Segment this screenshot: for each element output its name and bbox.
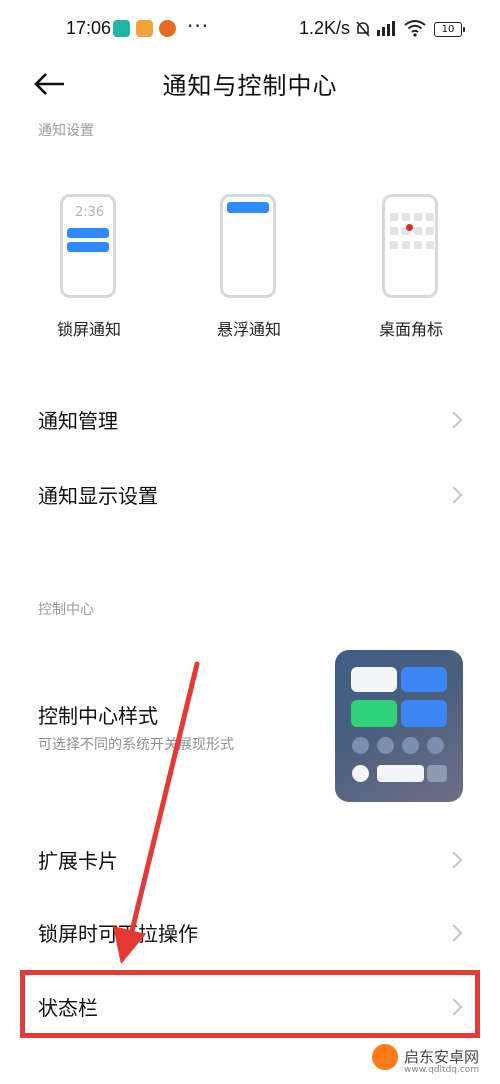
notification-bar: [67, 228, 109, 238]
floating-notification-label: 悬浮通知: [216, 320, 281, 339]
chevron-right-icon: [445, 411, 463, 429]
row-title: 锁屏时可下拉操作: [38, 922, 198, 946]
signal-icon: [377, 21, 395, 36]
chevron-right-icon: [445, 851, 463, 869]
status-bar: 17:06 ··· 1.2K/s 10: [0, 0, 500, 58]
expand-card-row[interactable]: 扩展卡片: [0, 835, 500, 885]
back-arrow-icon[interactable]: [30, 66, 70, 102]
app-notification-icon: [113, 20, 130, 37]
lockscreen-pulldown-row[interactable]: 锁屏时可下拉操作: [0, 908, 500, 958]
notification-bar: [227, 202, 269, 213]
section-label-control-center: 控制中心: [38, 602, 94, 618]
page-title: 通知与控制中心: [162, 72, 338, 100]
watermark-url: www.qdltdq.com: [404, 1065, 480, 1075]
watermark: 启东安卓网 www.qdltdq.com: [404, 1046, 479, 1075]
badge-notification-label: 桌面角标: [378, 320, 443, 339]
lockscreen-preview: 2:36: [60, 194, 116, 298]
mute-bell-icon: [356, 21, 370, 37]
network-speed: 1.2K/s: [299, 18, 351, 38]
badge-preview: [382, 194, 438, 298]
wifi-icon: [404, 20, 426, 37]
floating-notification-option[interactable]: 悬浮通知: [189, 194, 309, 340]
row-subtitle: 可选择不同的系统开关展现形式: [38, 737, 234, 753]
more-notifications-icon: ···: [187, 14, 210, 38]
watermark-logo-icon: [372, 1044, 398, 1070]
chevron-right-icon: [445, 486, 463, 504]
row-title: 扩展卡片: [38, 849, 118, 873]
floating-preview: [220, 194, 276, 298]
control-center-style-preview: [335, 650, 463, 802]
highlight-box: [20, 970, 480, 1038]
chevron-right-icon: [445, 924, 463, 942]
preview-clock: 2:36: [75, 205, 105, 220]
notification-display-settings-row[interactable]: 通知显示设置: [0, 470, 500, 520]
watermark-name: 启东安卓网: [404, 1048, 480, 1066]
status-time: 17:06: [66, 18, 112, 38]
lockscreen-notification-label: 锁屏通知: [56, 320, 121, 339]
row-title: 通知管理: [38, 409, 118, 433]
badge-dot-icon: [406, 224, 413, 231]
notification-bar: [67, 242, 109, 252]
badge-notification-option[interactable]: 桌面角标: [351, 194, 471, 340]
row-title: 通知显示设置: [38, 484, 158, 508]
lockscreen-notification-option[interactable]: 2:36 锁屏通知: [29, 194, 149, 340]
section-label-notifications: 通知设置: [38, 123, 94, 139]
battery-icon: 10: [434, 22, 465, 37]
notification-management-row[interactable]: 通知管理: [0, 395, 500, 445]
row-title: 控制中心样式: [38, 704, 158, 728]
pumpkin-icon: [159, 20, 176, 37]
app-notification-icon: [136, 20, 153, 37]
